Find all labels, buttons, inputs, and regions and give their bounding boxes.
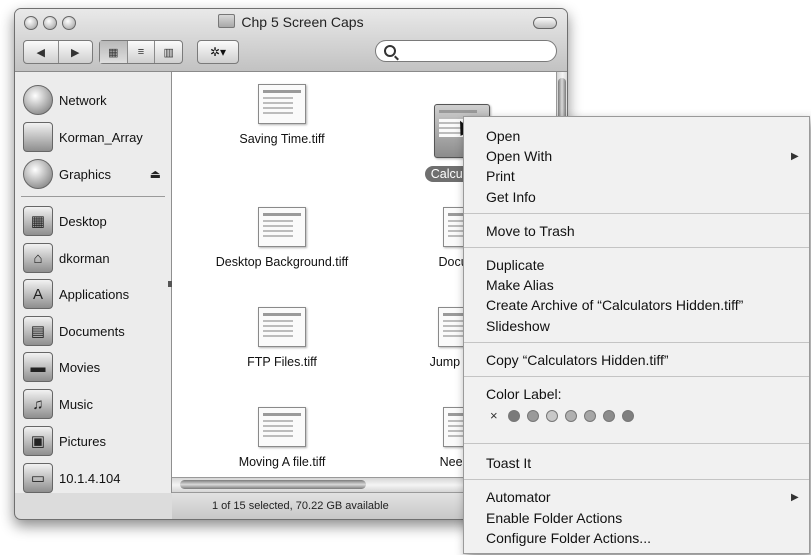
menu-item-automator[interactable]: Automator xyxy=(486,489,797,505)
forward-arrow-icon: ▶ xyxy=(71,46,80,59)
color-swatch[interactable] xyxy=(621,409,634,422)
sidebar-item-korman-array[interactable]: Korman_Array xyxy=(23,121,169,153)
color-swatch[interactable] xyxy=(602,409,615,422)
pictures-icon: ▣ xyxy=(23,426,53,456)
context-menu: Open Open With Print Get Info Move to Tr… xyxy=(463,116,810,554)
applications-icon: A xyxy=(23,279,53,309)
menu-item-enable-folder-actions[interactable]: Enable Folder Actions xyxy=(486,510,622,526)
color-label-swatches: × xyxy=(490,408,634,423)
menu-item-get-info[interactable]: Get Info xyxy=(486,189,536,205)
color-swatch[interactable] xyxy=(564,409,577,422)
icon-view-button[interactable]: ▦ xyxy=(100,41,128,63)
file-thumbnail-icon xyxy=(258,307,306,347)
menu-separator xyxy=(464,342,809,343)
menu-item-print[interactable]: Print xyxy=(486,168,515,184)
status-text: 1 of 15 selected, 70.22 GB available xyxy=(212,500,389,512)
search-field[interactable] xyxy=(375,40,557,62)
gear-icon: ✲▾ xyxy=(209,45,227,59)
file-thumbnail-icon xyxy=(258,407,306,447)
sidebar-item-music[interactable]: ♫ Music xyxy=(23,388,169,420)
eject-icon[interactable]: ⏏ xyxy=(150,167,161,181)
sidebar-item-dkorman[interactable]: ⌂ dkorman xyxy=(23,242,169,274)
sidebar-item-network[interactable]: Network xyxy=(23,84,169,116)
view-mode-control: ▦ ≡ ▥ xyxy=(99,40,183,64)
movies-icon: ▬ xyxy=(23,352,53,382)
window-title: Chp 5 Screen Caps xyxy=(15,14,567,30)
menu-item-open[interactable]: Open xyxy=(486,128,520,144)
menu-item-move-to-trash[interactable]: Move to Trash xyxy=(486,223,575,239)
menu-item-toast-it[interactable]: Toast It xyxy=(486,455,531,471)
menu-item-configure-folder-actions[interactable]: Configure Folder Actions... xyxy=(486,530,651,546)
sidebar-item-movies[interactable]: ▬ Movies xyxy=(23,351,169,383)
sidebar: Network Korman_Array Graphics ⏏ ▦ Deskto… xyxy=(15,72,172,493)
color-swatch[interactable] xyxy=(583,409,596,422)
menu-item-open-with[interactable]: Open With xyxy=(486,148,799,164)
list-view-icon: ≡ xyxy=(137,46,145,58)
menu-separator xyxy=(464,479,809,480)
color-swatch[interactable] xyxy=(507,409,520,422)
menu-separator xyxy=(464,376,809,377)
menu-item-copy[interactable]: Copy “Calculators Hidden.tiff” xyxy=(486,352,669,368)
file-item[interactable]: Desktop Background.tiff xyxy=(197,207,367,269)
folder-icon xyxy=(218,14,236,28)
sidebar-item-applications[interactable]: A Applications xyxy=(23,278,169,310)
desktop-icon: ▦ xyxy=(23,206,53,236)
sidebar-item-desktop[interactable]: ▦ Desktop xyxy=(23,205,169,237)
list-view-button[interactable]: ≡ xyxy=(128,41,156,63)
sidebar-item-pictures[interactable]: ▣ Pictures xyxy=(23,425,169,457)
back-button[interactable]: ◀ xyxy=(24,41,59,63)
color-swatch[interactable] xyxy=(526,409,539,422)
server-icon: ▭ xyxy=(23,463,53,493)
music-icon: ♫ xyxy=(23,389,53,419)
title-bar[interactable]: Chp 5 Screen Caps ◀ ▶ ▦ ≡ ▥ ✲▾ xyxy=(15,9,567,72)
icon-view-icon: ▦ xyxy=(108,46,119,59)
sidebar-item-graphics[interactable]: Graphics ⏏ xyxy=(23,158,169,190)
documents-icon: ▤ xyxy=(23,316,53,346)
sidebar-item-documents[interactable]: ▤ Documents xyxy=(23,315,169,347)
menu-item-duplicate[interactable]: Duplicate xyxy=(486,257,544,273)
menu-separator xyxy=(464,213,809,214)
column-view-button[interactable]: ▥ xyxy=(155,41,182,63)
sidebar-item-server[interactable]: ▭ 10.1.4.104 xyxy=(23,462,169,494)
menu-item-slideshow[interactable]: Slideshow xyxy=(486,318,550,334)
back-arrow-icon: ◀ xyxy=(36,46,45,59)
hard-drive-icon xyxy=(23,122,53,152)
forward-button[interactable]: ▶ xyxy=(59,41,93,63)
network-globe-icon xyxy=(23,85,53,115)
sidebar-divider xyxy=(21,196,165,197)
file-item[interactable]: Moving A file.tiff xyxy=(207,407,357,469)
disk-icon xyxy=(23,159,53,189)
menu-item-make-alias[interactable]: Make Alias xyxy=(486,277,554,293)
file-item[interactable]: Saving Time.tiff xyxy=(207,84,357,146)
toolbar-toggle-button[interactable] xyxy=(533,17,557,29)
search-input[interactable] xyxy=(404,44,548,58)
no-label-icon[interactable]: × xyxy=(490,408,498,423)
menu-item-create-archive[interactable]: Create Archive of “Calculators Hidden.ti… xyxy=(486,297,743,313)
file-item[interactable]: FTP Files.tiff xyxy=(207,307,357,369)
column-view-icon: ▥ xyxy=(163,46,174,59)
home-icon: ⌂ xyxy=(23,243,53,273)
file-thumbnail-icon xyxy=(258,84,306,124)
menu-separator xyxy=(464,443,809,444)
action-menu-button[interactable]: ✲▾ xyxy=(197,40,239,64)
horizontal-scroll-thumb[interactable] xyxy=(180,480,366,489)
menu-separator xyxy=(464,247,809,248)
search-icon xyxy=(384,45,396,57)
color-label-heading: Color Label: xyxy=(486,386,562,402)
color-swatch[interactable] xyxy=(545,409,558,422)
back-forward-control: ◀ ▶ xyxy=(23,40,93,64)
file-thumbnail-icon xyxy=(258,207,306,247)
